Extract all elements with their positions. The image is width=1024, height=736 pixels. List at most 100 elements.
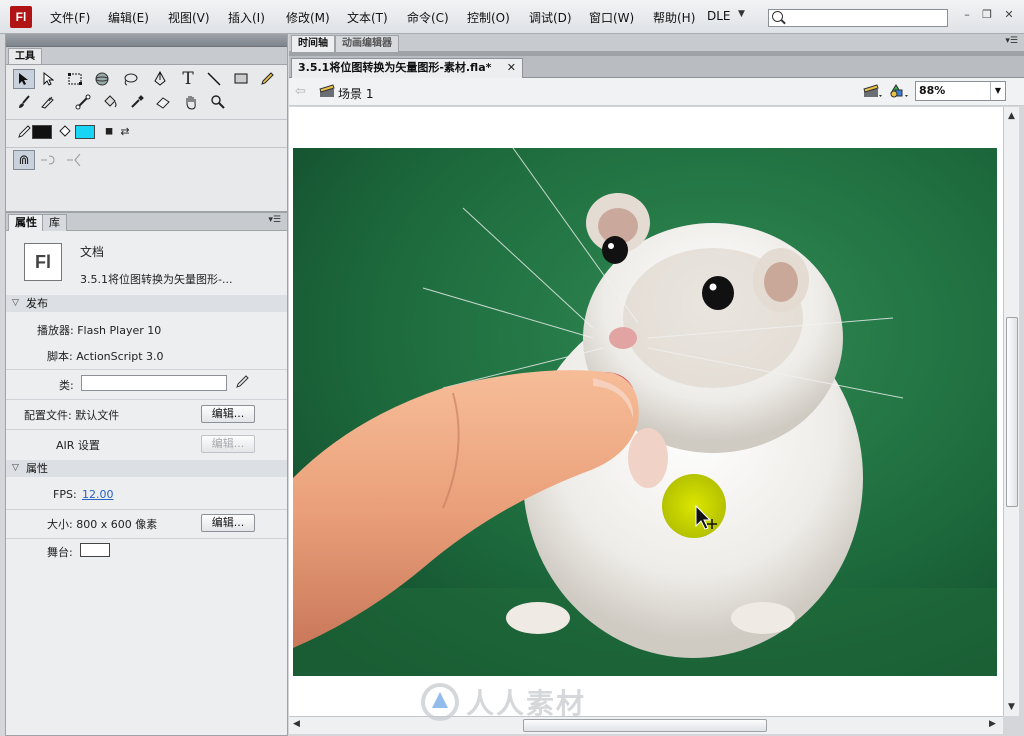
menu-file[interactable]: 文件(F) — [50, 9, 90, 26]
menu-view[interactable]: 视图(V) — [168, 9, 210, 26]
class-input[interactable] — [81, 375, 227, 391]
edit-profile-button[interactable]: 编辑... — [201, 405, 255, 423]
divider — [6, 538, 287, 539]
subselection-icon[interactable] — [37, 69, 59, 89]
menu-edit[interactable]: 编辑(E) — [108, 9, 149, 26]
zoom-select[interactable]: 88% ▼ — [915, 81, 1006, 101]
zoom-icon[interactable] — [207, 92, 229, 112]
properties-tabbar: 属性 库 ▾☰ — [6, 213, 287, 231]
menu-debug[interactable]: 调试(D) — [529, 9, 572, 26]
restore-icon[interactable]: ❐ — [980, 8, 994, 22]
panel-grip[interactable] — [6, 35, 287, 47]
tab-timeline[interactable]: 时间轴 — [291, 35, 335, 52]
profile-info: 配置文件: 默认文件 — [24, 409, 120, 422]
menu-window[interactable]: 窗口(W) — [589, 9, 634, 26]
tab-tools[interactable]: 工具 — [8, 48, 42, 64]
edit-class-pencil-icon[interactable] — [235, 375, 249, 392]
hand-icon[interactable] — [180, 92, 202, 112]
stroke-color-swatch[interactable] — [32, 125, 52, 139]
edit-bar: ⇦ 场景 1 88% ▼ — [289, 78, 1024, 106]
document-icon: Fl — [24, 243, 62, 281]
workspace-switcher[interactable]: DLE — [707, 9, 731, 23]
fps-value[interactable]: 12.00 — [82, 488, 114, 501]
divider — [6, 119, 287, 120]
3d-rotation-icon[interactable] — [91, 69, 113, 89]
properties-section-header[interactable]: ▽ 属性 — [6, 460, 287, 477]
fill-color-swatch[interactable] — [75, 125, 95, 139]
close-tab-icon[interactable]: ✕ — [507, 59, 516, 77]
brush-icon[interactable] — [13, 92, 35, 112]
pencil-icon[interactable] — [256, 69, 278, 89]
tab-properties[interactable]: 属性 — [8, 214, 44, 231]
timeline-tabbar: 时间轴 动画编辑器 ▾☰ — [289, 34, 1024, 52]
minimize-icon[interactable]: – — [960, 8, 974, 22]
tab-motion-editor[interactable]: 动画编辑器 — [335, 35, 399, 52]
back-arrow-icon[interactable]: ⇦ — [295, 84, 306, 99]
menu-bar: Fl 文件(F) 编辑(E) 视图(V) 插入(I) 修改(M) 文本(T) 命… — [0, 0, 1024, 34]
swap-colors-icon[interactable]: ⇄ — [114, 121, 136, 141]
menu-insert[interactable]: 插入(I) — [228, 9, 265, 26]
collapse-triangle-icon: ▽ — [12, 298, 19, 308]
divider — [6, 429, 287, 430]
stage-bitmap-hamster[interactable] — [293, 148, 997, 676]
fill-color-icon — [54, 122, 76, 142]
paint-bucket-icon[interactable] — [99, 92, 121, 112]
edit-air-button[interactable]: 编辑... — [201, 435, 255, 453]
line-icon[interactable] — [203, 69, 225, 89]
chevron-down-icon[interactable]: ▼ — [990, 82, 1005, 100]
publish-section-label: 发布 — [26, 297, 48, 310]
smooth-icon[interactable] — [38, 150, 60, 170]
edit-scene-icon[interactable] — [863, 83, 883, 102]
edit-size-button[interactable]: 编辑... — [201, 514, 255, 532]
stage-color-swatch[interactable] — [80, 543, 110, 557]
search-input[interactable] — [768, 9, 948, 27]
fps-label: FPS: — [53, 488, 77, 501]
collapse-triangle-icon: ▽ — [12, 463, 19, 473]
free-transform-icon[interactable] — [64, 69, 86, 89]
edit-symbols-icon[interactable] — [889, 83, 909, 102]
straighten-icon[interactable] — [64, 150, 86, 170]
menu-commands[interactable]: 命令(C) — [407, 9, 449, 26]
selection-icon[interactable] — [13, 69, 35, 89]
horizontal-scrollbar[interactable]: ◀ ▶ — [289, 716, 1003, 734]
chevron-down-icon[interactable]: ▼ — [738, 9, 745, 19]
document-tab[interactable]: 3.5.1将位图转换为矢量图形-素材.fla* ✕ — [291, 58, 523, 78]
panel-menu-icon[interactable]: ▾☰ — [1005, 36, 1018, 46]
scroll-down-icon[interactable]: ▼ — [1008, 702, 1015, 712]
divider — [6, 147, 287, 148]
vertical-scroll-thumb[interactable] — [1006, 317, 1018, 507]
scene-clapper-icon — [319, 84, 335, 101]
lasso-icon[interactable] — [119, 69, 141, 89]
menu-modify[interactable]: 修改(M) — [286, 9, 330, 26]
menu-help[interactable]: 帮助(H) — [653, 9, 695, 26]
snap-to-objects-icon[interactable]: ⋒ — [13, 150, 35, 170]
divider — [6, 369, 287, 370]
pen-icon[interactable] — [149, 69, 171, 89]
close-icon[interactable]: ✕ — [1002, 8, 1016, 22]
size-info: 大小: 800 x 600 像素 — [47, 518, 158, 531]
text-icon[interactable]: T — [177, 69, 199, 89]
scroll-left-icon[interactable]: ◀ — [293, 719, 300, 729]
stage-label: 舞台: — [47, 546, 73, 559]
stage-area[interactable] — [289, 107, 1003, 716]
scroll-right-icon[interactable]: ▶ — [989, 719, 996, 729]
publish-section-header[interactable]: ▽ 发布 — [6, 295, 287, 312]
eraser-icon[interactable] — [152, 92, 174, 112]
menu-text[interactable]: 文本(T) — [347, 9, 388, 26]
watermark: 人人素材 — [420, 682, 586, 722]
document-tab-title: 3.5.1将位图转换为矢量图形-素材.fla* — [298, 61, 492, 74]
tab-library[interactable]: 库 — [42, 214, 67, 231]
divider — [6, 399, 287, 400]
rectangle-icon[interactable] — [230, 69, 252, 89]
panel-menu-icon[interactable]: ▾☰ — [268, 215, 281, 225]
air-settings-label: AIR 设置 — [56, 439, 100, 452]
eyedropper-icon[interactable] — [126, 92, 148, 112]
deco-icon[interactable] — [37, 92, 59, 112]
bone-icon[interactable] — [72, 92, 94, 112]
scene-label: 场景 1 — [338, 87, 374, 101]
vertical-scrollbar[interactable]: ▲ ▼ — [1003, 107, 1019, 716]
scroll-up-icon[interactable]: ▲ — [1008, 111, 1015, 121]
menu-control[interactable]: 控制(O) — [467, 9, 510, 26]
zoom-value: 88% — [919, 84, 946, 97]
flash-logo-icon: Fl — [10, 6, 32, 28]
